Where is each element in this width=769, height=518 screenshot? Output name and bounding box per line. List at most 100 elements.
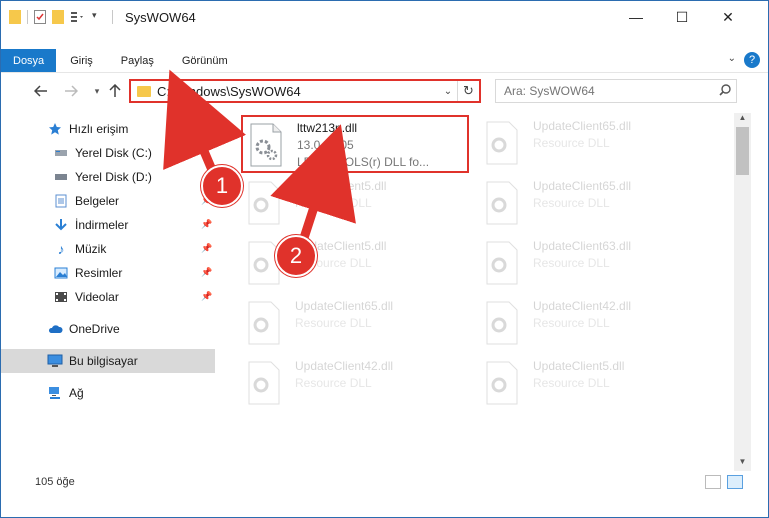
file-item[interactable]: UpdateClient42.dll Resource DLL [479, 295, 707, 353]
large-icons-view-icon[interactable] [727, 475, 743, 489]
chevron-down-icon[interactable]: ⌄ [728, 53, 736, 64]
file-item[interactable]: UpdateClient5.dll Resource DLL [479, 355, 707, 413]
pin-icon[interactable]: 📌 [201, 243, 212, 253]
file-description: Resource DLL [295, 376, 372, 390]
close-button[interactable]: ✕ [705, 1, 751, 33]
dll-file-icon [247, 301, 287, 347]
file-item[interactable]: UpdateClient65.dll Resource DLL [479, 115, 707, 173]
sidebar-item-label: Resimler [75, 266, 123, 280]
separator [112, 10, 113, 24]
dll-file-icon [247, 361, 287, 407]
customize-icon[interactable] [70, 10, 86, 24]
sidebar-item-this-pc[interactable]: Bu bilgisayar [1, 349, 215, 373]
tab-gorunum[interactable]: Görünüm [168, 49, 242, 72]
chevron-down-icon[interactable]: ▾ [92, 10, 102, 24]
sidebar-item-quick-access[interactable]: Hızlı erişim [1, 117, 215, 141]
file-name: lttw213n.dll [297, 121, 358, 135]
file-version: 13.0.0.105 [297, 138, 354, 152]
dll-file-icon [247, 181, 287, 227]
sidebar-item-documents[interactable]: Belgeler 📌 [1, 189, 215, 213]
sidebar-item-disk-d[interactable]: Yerel Disk (D:) [1, 165, 215, 189]
pin-icon[interactable]: 📌 [201, 219, 212, 229]
file-item-lttw213n[interactable]: lttw213n.dll 13.0.0.105 LEADTOOLS(r) DLL… [241, 115, 469, 173]
file-description: Resource DLL [533, 136, 610, 150]
file-item[interactable]: UpdateClient65.dll Resource DLL [479, 175, 707, 233]
recent-locations-button[interactable]: ▾ [87, 81, 107, 101]
file-description: Resource DLL [533, 316, 610, 330]
drive-icon [53, 169, 69, 185]
file-item[interactable]: UpdateClient42.dll Resource DLL [241, 355, 469, 413]
details-view-icon[interactable] [705, 475, 721, 489]
pin-icon[interactable]: 📌 [201, 267, 212, 277]
search-box[interactable] [495, 79, 737, 103]
videos-icon [53, 289, 69, 305]
tab-dosya[interactable]: Dosya [1, 49, 57, 72]
title-bar: ▾ SysWOW64 — ☐ ✕ [1, 1, 768, 33]
new-folder-icon[interactable] [52, 10, 64, 24]
refresh-icon[interactable]: ↻ [457, 81, 479, 101]
network-icon [47, 385, 63, 401]
sidebar-item-music[interactable]: ♪ Müzik 📌 [1, 237, 215, 261]
address-path[interactable]: C:\Windows\SysWOW64 [157, 84, 439, 99]
sidebar-item-videos[interactable]: Videolar 📌 [1, 285, 215, 309]
folder-icon [137, 85, 151, 97]
computer-icon [47, 353, 63, 369]
arrow-right-icon [65, 85, 78, 97]
maximize-button[interactable]: ☐ [659, 1, 705, 33]
arrow-up-icon [109, 84, 121, 97]
file-name: UpdateClient5.dll [533, 359, 625, 373]
sidebar-item-onedrive[interactable]: OneDrive [1, 317, 215, 341]
sidebar-item-label: Belgeler [75, 194, 120, 208]
file-name: UpdateClient65.dll [533, 179, 632, 193]
sidebar-item-label: Ağ [69, 386, 84, 400]
dll-file-icon [485, 241, 525, 287]
sidebar-item-disk-c[interactable]: Yerel Disk (C:) [1, 141, 215, 165]
scroll-up-arrow-icon[interactable]: ▲ [734, 113, 751, 127]
address-bar[interactable]: C:\Windows\SysWOW64 ⌄ ↻ [129, 79, 481, 103]
sidebar-item-downloads[interactable]: İndirmeler 📌 [1, 213, 215, 237]
star-icon [47, 121, 63, 137]
window-title: SysWOW64 [125, 9, 196, 25]
file-name: UpdateClient65.dll [295, 299, 394, 313]
scrollbar-thumb[interactable] [736, 127, 749, 175]
navigation-bar: ▾ C:\Windows\SysWOW64 ⌄ ↻ [1, 77, 768, 105]
file-name: UpdateClient42.dll [533, 299, 632, 313]
step-2-callout: 2 [275, 235, 317, 277]
sidebar-item-label: Bu bilgisayar [69, 354, 138, 368]
tab-paylas[interactable]: Paylaş [107, 49, 168, 72]
download-icon [53, 217, 69, 233]
sidebar-item-network[interactable]: Ağ [1, 381, 215, 405]
navigation-pane: Hızlı erişim Yerel Disk (C:) Yerel Disk … [1, 113, 217, 469]
sidebar-item-pictures[interactable]: Resimler 📌 [1, 261, 215, 285]
dll-file-icon [485, 361, 525, 407]
tab-giris[interactable]: Giriş [56, 49, 107, 72]
file-description: LEADTOOLS(r) DLL fo... [297, 155, 430, 169]
file-item[interactable]: UpdateClient63.dll Resource DLL [479, 235, 707, 293]
item-count: 105 öğe [35, 476, 75, 488]
help-icon[interactable]: ? [744, 52, 760, 68]
file-item[interactable]: UpdateClient5.dll Resource DLL [241, 175, 469, 233]
back-button[interactable] [31, 81, 51, 101]
documents-icon [53, 193, 69, 209]
file-item[interactable]: UpdateClient65.dll Resource DLL [241, 295, 469, 353]
search-icon[interactable] [714, 83, 736, 99]
vertical-scrollbar[interactable]: ▲ ▼ [734, 113, 751, 471]
properties-icon[interactable] [34, 10, 46, 24]
minimize-button[interactable]: — [613, 1, 659, 33]
sidebar-item-label: Hızlı erişim [69, 122, 129, 136]
pin-icon[interactable]: 📌 [201, 291, 212, 301]
sidebar-item-label: Yerel Disk (C:) [75, 146, 152, 160]
cloud-icon [47, 321, 63, 337]
scroll-down-arrow-icon[interactable]: ▼ [734, 457, 751, 471]
file-item[interactable]: UpdateClient5.dll Resource DLL [241, 235, 469, 293]
search-input[interactable] [504, 84, 714, 98]
forward-button[interactable] [61, 81, 81, 101]
file-name: UpdateClient63.dll [533, 239, 632, 253]
up-button[interactable] [105, 81, 125, 101]
sidebar-item-label: OneDrive [69, 322, 120, 336]
sidebar-item-label: İndirmeler [75, 218, 129, 232]
chevron-down-icon[interactable]: ⌄ [439, 86, 457, 97]
folder-icon [9, 10, 21, 24]
separator [27, 10, 28, 24]
sidebar-item-label: Yerel Disk (D:) [75, 170, 152, 184]
